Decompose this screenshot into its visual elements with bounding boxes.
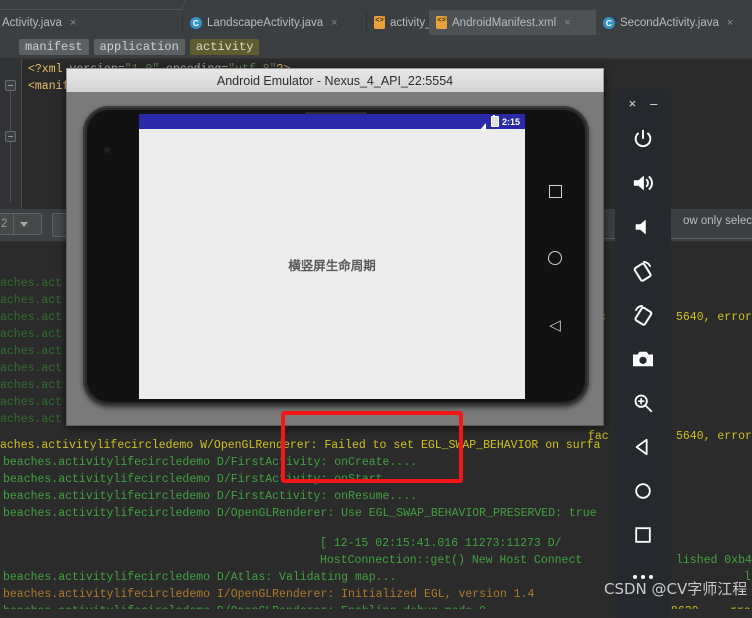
- java-class-icon: C: [190, 16, 202, 29]
- log-line: aches.act: [0, 328, 63, 341]
- editor-tab-activity-java[interactable]: Activity.java ×: [0, 10, 183, 35]
- java-class-icon: C: [603, 16, 615, 29]
- emulator-side-toolbar[interactable]: × –: [615, 89, 671, 618]
- log-line: aches.act: [0, 345, 63, 358]
- log-line: beaches.activitylifecircledemo I/OpenGLR…: [3, 588, 535, 601]
- code-line-2: <manif: [28, 80, 70, 93]
- power-icon[interactable]: [615, 117, 671, 161]
- xml-file-icon: [374, 16, 385, 29]
- log-line-fragment: fac: [588, 430, 609, 443]
- minimize-icon[interactable]: –: [650, 97, 657, 110]
- device-frame: 2:15 横竖屏生命周期 ◁: [83, 106, 589, 406]
- volume-down-icon[interactable]: [615, 205, 671, 249]
- battery-icon: [490, 115, 499, 127]
- logcat-dropdown-value: 2: [1, 218, 8, 230]
- close-icon[interactable]: ×: [629, 97, 637, 110]
- editor-tab-secondactivity-java[interactable]: C SecondActivity.java ×: [596, 10, 752, 35]
- device-front-camera: [103, 146, 111, 154]
- volume-up-icon[interactable]: [615, 161, 671, 205]
- signal-icon: [478, 118, 488, 131]
- home-circle-icon[interactable]: [548, 250, 562, 265]
- annotation-highlight-box: [281, 411, 463, 483]
- log-line: aches.act: [0, 277, 63, 290]
- breadcrumb-item-activity[interactable]: activity: [189, 39, 260, 55]
- log-line: beaches.activitylifecircledemo D/OpenGLR…: [3, 507, 597, 520]
- fold-guide-line: [10, 91, 11, 131]
- log-line: aches.act: [0, 379, 63, 392]
- log-line-fragment: 5640, error=: [676, 430, 752, 443]
- editor-tab-bar: Activity.java × C LandscapeActivity.java…: [0, 10, 752, 35]
- log-line: aches.act: [0, 362, 63, 375]
- code-fold-toggle[interactable]: [5, 80, 16, 91]
- csdn-watermark: CSDN @CV字师江程: [604, 580, 748, 598]
- back-triangle-icon[interactable]: [615, 425, 671, 469]
- top-strip-divider: [180, 0, 187, 10]
- screenshot-camera-icon[interactable]: [615, 337, 671, 381]
- log-line: aches.act: [0, 396, 63, 409]
- recents-square-icon[interactable]: [548, 184, 562, 198]
- log-line: aches.act: [0, 413, 63, 426]
- log-line: beaches.activitylifecircledemo D/FirstAc…: [3, 490, 418, 503]
- close-icon[interactable]: ×: [727, 17, 733, 29]
- breadcrumb-item-application[interactable]: application: [93, 39, 185, 55]
- android-status-bar: 2:15: [139, 114, 525, 131]
- code-fold-toggle[interactable]: [5, 131, 16, 142]
- log-line: [ 12-15 02:15:41.016 11273:11273 D/: [320, 537, 562, 550]
- home-circle-icon[interactable]: [615, 469, 671, 513]
- log-line: HostConnection::get() New Host Connect: [320, 554, 583, 567]
- editor-top-strip: [0, 0, 752, 10]
- close-icon[interactable]: ×: [564, 17, 570, 29]
- chevron-down-icon[interactable]: [13, 214, 34, 234]
- device-screen[interactable]: 2:15 横竖屏生命周期: [139, 114, 525, 399]
- emulator-window[interactable]: Android Emulator - Nexus_4_API_22:5554 2…: [66, 68, 604, 426]
- recents-square-icon[interactable]: [615, 513, 671, 557]
- emulator-body: 2:15 横竖屏生命周期 ◁: [66, 92, 604, 426]
- log-line: beaches.activitylifecircledemo D/OpenGLR…: [3, 603, 486, 609]
- log-line: aches.act: [0, 294, 63, 307]
- emulator-title-bar[interactable]: Android Emulator - Nexus_4_API_22:5554: [66, 68, 604, 92]
- log-line: beaches.activitylifecircledemo D/Atlas: …: [3, 571, 397, 584]
- fold-guide-line: [10, 142, 11, 202]
- emulator-toolbar-header: × –: [615, 89, 671, 117]
- logcat-filter-label[interactable]: ow only selec: [683, 215, 752, 227]
- breadcrumb-item-manifest[interactable]: manifest: [19, 39, 89, 55]
- back-triangle-icon[interactable]: ◁: [549, 318, 561, 333]
- breadcrumb: manifest application activity: [0, 35, 752, 59]
- app-center-text: 横竖屏生命周期: [288, 257, 376, 273]
- ide-window: Activity.java × C LandscapeActivity.java…: [0, 0, 752, 618]
- rotate-left-icon[interactable]: [615, 249, 671, 293]
- xml-file-icon: [436, 16, 447, 29]
- editor-tab-androidmanifest-xml[interactable]: AndroidManifest.xml ×: [429, 10, 596, 35]
- app-content-area: 横竖屏生命周期: [139, 129, 525, 399]
- device-navigation-bar[interactable]: ◁: [535, 114, 575, 399]
- status-bar-clock: 2:15: [501, 116, 520, 127]
- editor-tab-label: AndroidManifest.xml: [452, 16, 557, 29]
- zoom-in-icon[interactable]: [615, 381, 671, 425]
- emulator-window-title: Android Emulator - Nexus_4_API_22:5554: [216, 73, 454, 88]
- editor-tab-label: Activity.java: [2, 16, 62, 29]
- close-icon[interactable]: ×: [331, 17, 337, 29]
- editor-tab-label: SecondActivity.java: [620, 16, 719, 29]
- log-line-fragment: lished 0xb4: [676, 554, 752, 567]
- code-token-tag: <?xml: [28, 63, 63, 76]
- gutter-divider: [21, 59, 22, 209]
- rotate-right-icon[interactable]: [615, 293, 671, 337]
- log-line-fragment: rro: [730, 603, 751, 609]
- close-icon[interactable]: ×: [70, 17, 76, 29]
- log-line: aches.act: [0, 311, 63, 324]
- log-line-fragment: 5640, error=: [676, 311, 752, 324]
- editor-tab-label: LandscapeActivity.java: [207, 16, 324, 29]
- editor-tab-landscapeactivity-java[interactable]: C LandscapeActivity.java ×: [183, 10, 367, 35]
- logcat-device-dropdown[interactable]: 2: [0, 213, 42, 235]
